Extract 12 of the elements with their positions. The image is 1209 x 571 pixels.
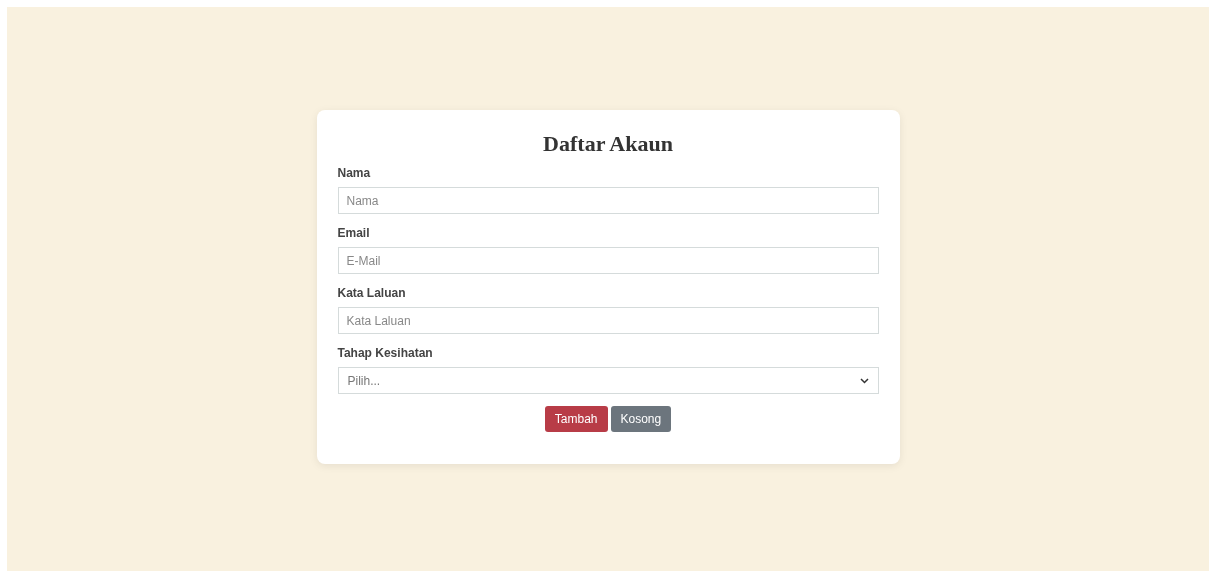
input-field[interactable]: E-Mail bbox=[337, 247, 879, 274]
field-label: Email bbox=[337, 226, 370, 240]
field-label: Kata Laluan bbox=[337, 286, 406, 300]
form-button[interactable]: Kosong bbox=[610, 406, 672, 432]
select-field[interactable]: Pilih... bbox=[337, 367, 879, 394]
input-field[interactable]: Kata Laluan bbox=[337, 307, 879, 334]
field-label: Tahap Kesihatan bbox=[337, 346, 433, 360]
form-button[interactable]: Tambah bbox=[544, 406, 608, 432]
form-title: Daftar Akaun bbox=[542, 130, 674, 158]
input-field[interactable]: Nama bbox=[337, 187, 879, 214]
field-label: Nama bbox=[337, 166, 371, 180]
chevron-down-icon bbox=[859, 377, 869, 384]
